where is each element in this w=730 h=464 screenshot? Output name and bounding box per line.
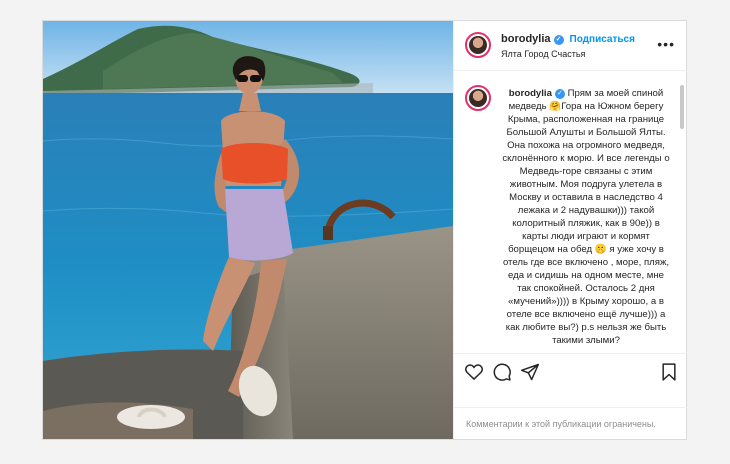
avatar-image (469, 36, 487, 54)
verified-badge-icon: ✓ (554, 89, 565, 99)
heart-icon[interactable] (464, 362, 484, 382)
follow-button[interactable]: Подписаться (570, 34, 635, 45)
caption-area: borodylia ✓ Прям за моей спиной медведь 🤗… (454, 71, 687, 353)
instagram-post-card: borodylia ✓ Подписаться Ялта Город Счастья… (42, 20, 687, 440)
post-actions (454, 353, 687, 392)
comment-icon[interactable] (492, 362, 512, 382)
post-location[interactable]: Ялта Город Счастья (501, 49, 585, 59)
avatar-image (469, 89, 487, 107)
caption-author-avatar[interactable] (465, 85, 491, 111)
beach-photo-illustration (43, 21, 453, 439)
author-name-row: borodylia ✓ Подписаться (501, 33, 635, 45)
caption-username[interactable]: borodylia (509, 88, 552, 99)
caption-scrollbar[interactable] (680, 85, 684, 129)
caption-text: Прям за моей спиной медведь 🤗Гора на Южн… (502, 88, 670, 346)
verified-badge-icon: ✓ (553, 35, 564, 45)
post-photo[interactable] (43, 21, 453, 439)
post-caption: borodylia ✓ Прям за моей спиной медведь 🤗… (501, 87, 671, 347)
more-dots-icon[interactable]: ••• (657, 36, 675, 52)
post-header: borodylia ✓ Подписаться Ялта Город Счастья… (454, 21, 687, 71)
bookmark-icon[interactable] (659, 362, 679, 382)
author-username[interactable]: borodylia (501, 33, 551, 45)
post-sidebar: borodylia ✓ Подписаться Ялта Город Счастья… (453, 21, 687, 439)
author-avatar[interactable] (465, 32, 491, 58)
comments-section: Комментарии к этой публикации ограничены… (454, 407, 687, 440)
share-icon[interactable] (520, 362, 540, 382)
comments-disabled-notice: Комментарии к этой публикации ограничены… (466, 419, 656, 429)
